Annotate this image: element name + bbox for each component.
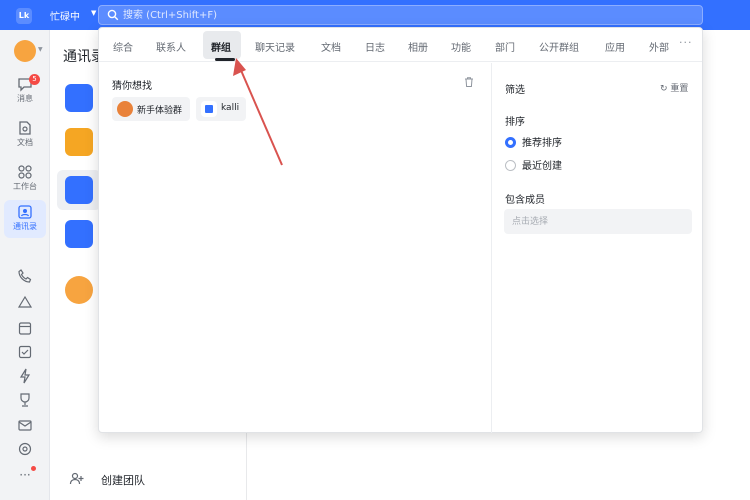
search-input[interactable] bbox=[123, 6, 693, 24]
more-tabs-icon[interactable]: ··· bbox=[679, 36, 693, 49]
search-icon bbox=[107, 9, 119, 21]
suggestion-chip[interactable]: 新手体验群 bbox=[112, 97, 190, 121]
trophy-icon[interactable] bbox=[17, 392, 33, 408]
group-avatar-icon bbox=[117, 101, 133, 117]
filter-title: 筛选 bbox=[505, 85, 525, 96]
external-contacts-icon[interactable] bbox=[65, 220, 93, 248]
friends-icon[interactable] bbox=[65, 176, 93, 204]
sort-option-label: 推荐排序 bbox=[522, 138, 562, 149]
create-team-button[interactable]: 创建团队 bbox=[101, 472, 145, 488]
tab-contacts[interactable]: 联系人 bbox=[156, 39, 186, 54]
tab-public-groups[interactable]: 公开群组 bbox=[539, 39, 579, 54]
trash-icon[interactable] bbox=[463, 76, 475, 88]
radio-unchecked[interactable] bbox=[505, 160, 516, 171]
app-icon bbox=[201, 101, 217, 117]
radio-checked[interactable] bbox=[505, 137, 516, 148]
suggestion-chip[interactable]: kalli bbox=[196, 97, 246, 121]
guess-section-title: 猜你想找 bbox=[112, 81, 152, 92]
calendar-icon[interactable] bbox=[17, 320, 33, 336]
lightning-icon[interactable] bbox=[17, 368, 33, 384]
reset-button[interactable]: ↻ 重置 bbox=[660, 81, 688, 94]
rail-item-messages[interactable]: 消息 5 bbox=[4, 72, 46, 110]
workbench-icon bbox=[18, 165, 32, 179]
cloud-icon[interactable] bbox=[17, 295, 33, 311]
sort-option-label: 最近创建 bbox=[522, 161, 562, 172]
avatar[interactable] bbox=[14, 40, 36, 62]
mail-icon[interactable] bbox=[17, 417, 33, 433]
chip-label: kalli bbox=[221, 103, 240, 113]
group-icon[interactable] bbox=[65, 128, 93, 156]
rail-label: 文档 bbox=[17, 138, 33, 147]
tab-chat-history[interactable]: 聊天记录 bbox=[255, 39, 295, 54]
tab-docs[interactable]: 文档 bbox=[321, 39, 341, 54]
notification-dot bbox=[31, 466, 36, 471]
tab-departments[interactable]: 部门 bbox=[495, 39, 515, 54]
member-select-field[interactable] bbox=[504, 209, 692, 234]
status-label[interactable]: 忙碌中 bbox=[50, 8, 80, 23]
chevron-down-icon[interactable]: ▼ bbox=[38, 46, 43, 53]
tab-apps[interactable]: 应用 bbox=[605, 39, 625, 54]
apps-icon[interactable] bbox=[17, 441, 33, 457]
left-rail: ▼ 消息 5 文档 工作台 通讯录 ··· bbox=[0, 30, 50, 500]
search-tabs: 综合 联系人 群组 聊天记录 文档 日志 相册 功能 部门 公开群组 应用 外部… bbox=[99, 28, 702, 62]
rail-label: 消息 bbox=[17, 94, 33, 103]
task-icon[interactable] bbox=[17, 344, 33, 360]
unread-badge: 5 bbox=[29, 74, 40, 85]
more-icon[interactable]: ··· bbox=[17, 468, 33, 484]
rail-label: 通讯录 bbox=[13, 222, 37, 231]
chevron-down-icon[interactable]: ▼ bbox=[91, 9, 96, 17]
tab-all[interactable]: 综合 bbox=[113, 39, 133, 54]
rail-item-workbench[interactable]: 工作台 bbox=[4, 160, 46, 198]
tab-external[interactable]: 外部 bbox=[649, 39, 669, 54]
tab-logs[interactable]: 日志 bbox=[365, 39, 385, 54]
app-logo: Lk bbox=[16, 8, 32, 24]
tab-groups[interactable]: 群组 bbox=[211, 39, 231, 54]
team-avatar-icon[interactable] bbox=[65, 276, 93, 304]
search-results-overlay: 综合 联系人 群组 聊天记录 文档 日志 相册 功能 部门 公开群组 应用 外部… bbox=[98, 27, 703, 433]
refresh-icon: ↻ bbox=[660, 84, 671, 94]
rail-item-contacts[interactable]: 通讯录 bbox=[4, 200, 46, 238]
create-team-icon[interactable] bbox=[69, 470, 85, 486]
rail-label: 工作台 bbox=[13, 182, 37, 191]
contacts-icon bbox=[18, 205, 32, 219]
reset-label: 重置 bbox=[670, 84, 689, 94]
tab-functions[interactable]: 功能 bbox=[451, 39, 471, 54]
org-icon[interactable] bbox=[65, 84, 93, 112]
sort-title: 排序 bbox=[505, 117, 525, 128]
filter-panel: 筛选 ↻ 重置 排序 推荐排序 最近创建 包含成员 bbox=[491, 63, 702, 433]
document-icon bbox=[19, 121, 31, 135]
rail-item-documents[interactable]: 文档 bbox=[4, 116, 46, 154]
sort-option-recent[interactable]: 最近创建 bbox=[505, 157, 562, 172]
search-bar[interactable] bbox=[98, 5, 703, 25]
phone-icon[interactable] bbox=[17, 268, 33, 284]
active-tab-underline bbox=[215, 58, 235, 61]
chip-label: 新手体验群 bbox=[137, 106, 183, 116]
tab-albums[interactable]: 相册 bbox=[408, 39, 428, 54]
member-filter-title: 包含成员 bbox=[505, 195, 545, 206]
sort-option-recommended[interactable]: 推荐排序 bbox=[505, 134, 562, 149]
